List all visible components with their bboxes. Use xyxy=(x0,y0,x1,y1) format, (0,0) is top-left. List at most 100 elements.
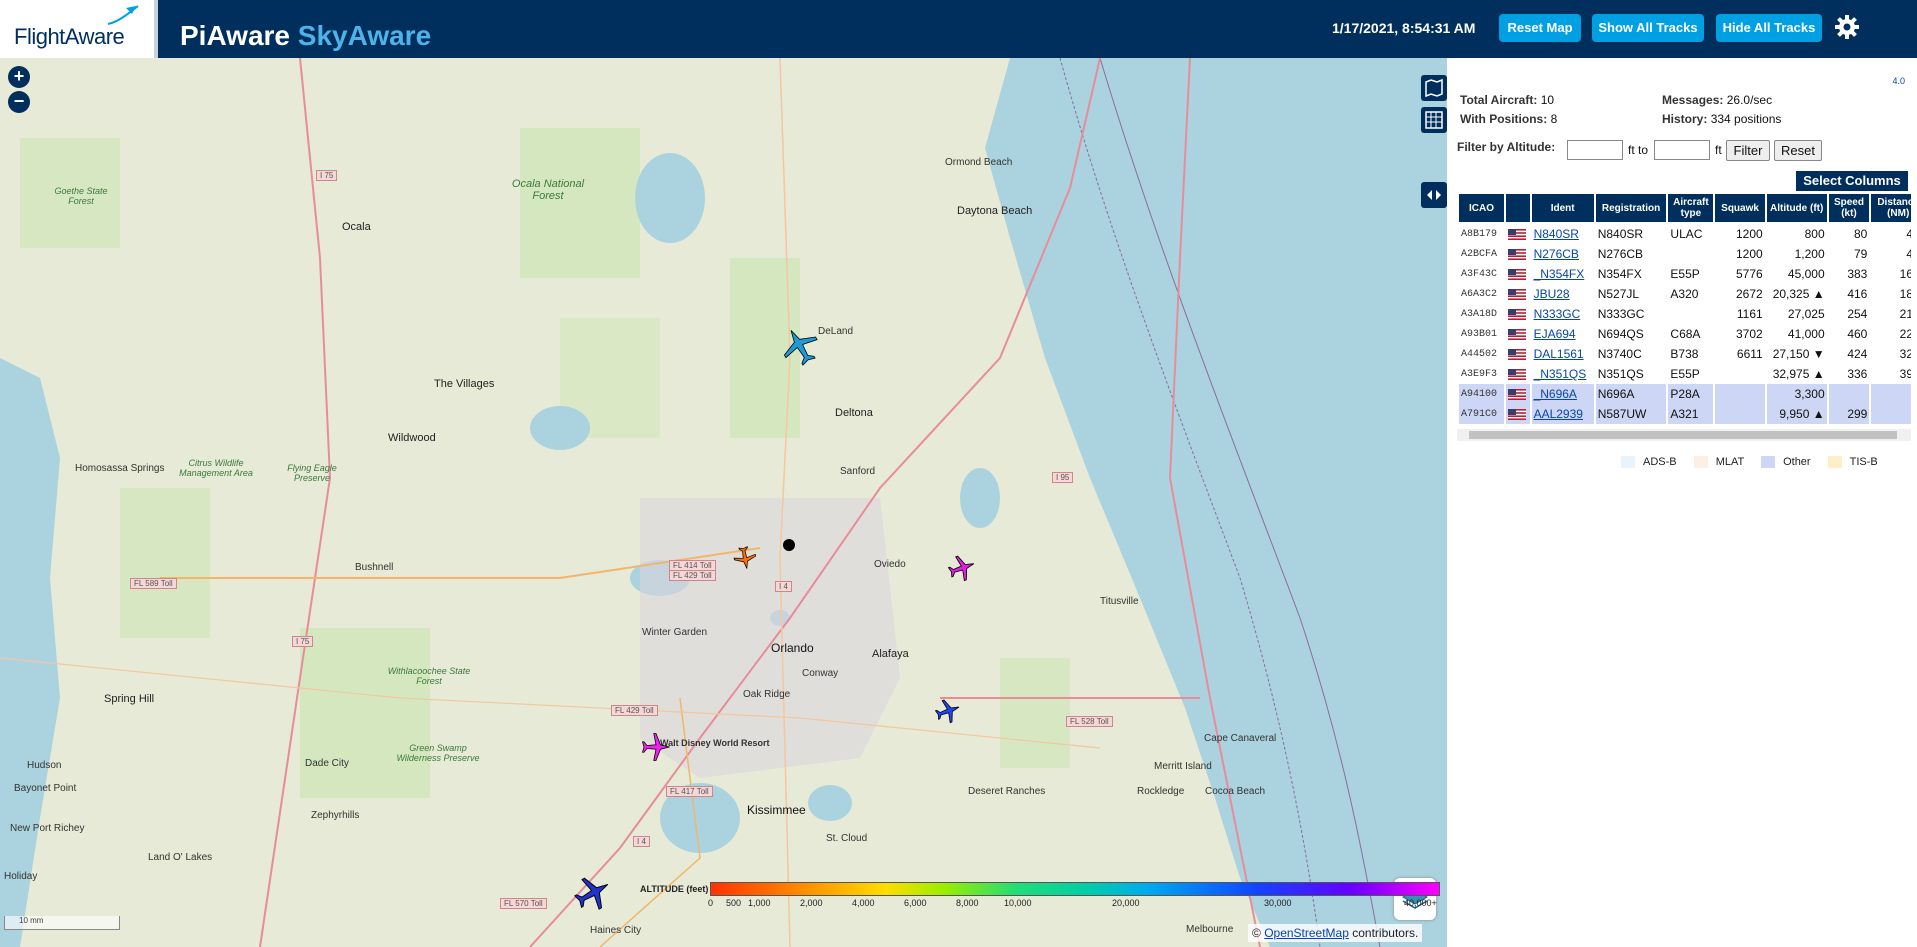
column-header-icao[interactable]: ICAO xyxy=(1459,194,1504,224)
cell-icao: A3A18D xyxy=(1461,308,1498,320)
cell-squawk: 6611 xyxy=(1736,347,1763,361)
scrollbar-thumb[interactable] xyxy=(1469,431,1897,439)
map-label-orlando: Orlando xyxy=(771,641,814,655)
table-row[interactable]: A3F43C _N354FX N354FX E55P 5776 45,000 383 16.1 xyxy=(1459,264,1911,284)
ident-link[interactable]: _N351QS xyxy=(1534,367,1587,381)
table-row[interactable]: A94100 _N696A N696A P28A 3,300 xyxy=(1459,384,1911,404)
filter-label: Filter by Altitude: xyxy=(1457,140,1556,154)
cell-squawk xyxy=(1715,384,1765,404)
aircraft-table: ICAO Ident Registration Aircraft type Sq… xyxy=(1457,194,1911,424)
zoom-out-button[interactable]: − xyxy=(8,91,30,113)
grid-toggle-icon[interactable] xyxy=(1421,107,1447,133)
aircraft-marker-icon[interactable] xyxy=(948,554,976,582)
table-row[interactable]: A791C0 AAL2939 N587UW A321 9,950 ▲ 299 xyxy=(1459,404,1911,424)
cell-registration: N354FX xyxy=(1597,267,1642,281)
table-row[interactable]: A93B01 EJA694 N694QS C68A 3702 41,000 460 22.7 xyxy=(1459,324,1911,344)
map-label-wildwood: Wildwood xyxy=(388,432,436,444)
cell-speed: 424 xyxy=(1847,347,1868,361)
column-header-altitude[interactable]: Altitude (ft) xyxy=(1766,194,1827,224)
cell-distance: 39.7 xyxy=(1899,367,1911,381)
table-row[interactable]: A44502 DAL1561 N3740C B738 6611 27,150 ▼ 424 32… xyxy=(1459,344,1911,364)
cell-squawk: 1200 xyxy=(1736,247,1763,261)
table-row[interactable]: A6A3C2 JBU28 N527JL A320 2672 20,325 ▲ 416 18.5 xyxy=(1459,284,1911,304)
map-label-bayonet-point: Bayonet Point xyxy=(14,783,77,794)
max-altitude-input[interactable] xyxy=(1654,140,1710,160)
cell-altitude: 9,950 ▲ xyxy=(1766,404,1827,424)
table-row[interactable]: A3A18D N333GC N333GC 1161 27,025 254 21.4 xyxy=(1459,304,1911,324)
cell-aircraft-type: C68A xyxy=(1670,327,1701,341)
ident-link[interactable]: DAL1561 xyxy=(1534,347,1584,361)
column-header-ident[interactable]: Ident xyxy=(1531,194,1594,224)
hide-all-tracks-button[interactable]: Hide All Tracks xyxy=(1716,14,1822,42)
altitude-tick: 20,000 xyxy=(1112,898,1140,908)
us-flag-icon xyxy=(1508,289,1526,301)
app-title-skyaware: SkyAware xyxy=(297,20,432,51)
aircraft-table-container[interactable]: ICAO Ident Registration Aircraft type Sq… xyxy=(1457,194,1911,427)
ident-link[interactable]: AAL2939 xyxy=(1534,407,1583,421)
aircraft-marker-icon[interactable] xyxy=(641,732,671,762)
legend-label-adsb: ADS-B xyxy=(1643,456,1677,468)
aircraft-marker-icon[interactable] xyxy=(780,326,820,366)
horizontal-scrollbar[interactable] xyxy=(1457,429,1911,441)
cell-flag xyxy=(1506,404,1530,424)
map-background xyxy=(0,58,1447,947)
column-header-speed[interactable]: Speed (kt) xyxy=(1828,194,1870,224)
reset-button[interactable]: Reset xyxy=(1774,140,1822,161)
map-label-oviedo: Oviedo xyxy=(874,559,906,570)
table-row[interactable]: A8B179 N840SR N840SR ULAC 1200 800 80 4.2 xyxy=(1459,224,1911,244)
table-row[interactable]: A2BCFA N276CB N276CB 1200 1,200 79 4.2 xyxy=(1459,244,1911,264)
sidebar-collapse-icon[interactable] xyxy=(1421,182,1447,208)
aircraft-marker-icon[interactable] xyxy=(935,698,961,724)
column-header-aircraft-type[interactable]: Aircraft type xyxy=(1668,194,1714,224)
table-header-row: ICAO Ident Registration Aircraft type Sq… xyxy=(1459,194,1911,224)
map-label-titusville: Titusville xyxy=(1100,596,1139,607)
ident-link[interactable]: JBU28 xyxy=(1534,287,1570,301)
cell-speed: 254 xyxy=(1847,307,1868,321)
cell-flag xyxy=(1506,344,1530,364)
show-all-tracks-button[interactable]: Show All Tracks xyxy=(1592,14,1704,42)
openstreetmap-link[interactable]: OpenStreetMap xyxy=(1264,926,1349,940)
cell-flag xyxy=(1506,384,1530,404)
cell-aircraft-type xyxy=(1668,244,1713,264)
cell-icao: A3F43C xyxy=(1461,268,1498,280)
ident-link[interactable]: EJA694 xyxy=(1534,327,1576,341)
ident-link[interactable]: _N354FX xyxy=(1534,267,1585,281)
version-link[interactable]: 4.0 xyxy=(1892,76,1905,86)
map-view[interactable]: + − Ocala The Villages Wildwood Deltona … xyxy=(0,58,1447,947)
column-header-squawk[interactable]: Squawk xyxy=(1715,194,1765,224)
column-header-distance[interactable]: Distance (NM) xyxy=(1871,194,1911,224)
cell-flag xyxy=(1506,324,1530,344)
map-label-bushnell: Bushnell xyxy=(355,562,394,573)
flightaware-logo[interactable]: FlightAware xyxy=(0,0,158,58)
map-layers-toggle-icon[interactable] xyxy=(1421,75,1447,101)
ident-link[interactable]: N333GC xyxy=(1534,307,1581,321)
aircraft-marker-icon[interactable] xyxy=(733,546,757,570)
altitude-tick: 1,000 xyxy=(748,898,771,908)
cell-altitude: 27,150 ▼ xyxy=(1772,347,1825,361)
zoom-in-button[interactable]: + xyxy=(8,66,30,88)
legend-label-mlat: MLAT xyxy=(1715,456,1745,468)
cell-squawk xyxy=(1715,364,1764,384)
min-altitude-input[interactable] xyxy=(1567,140,1623,160)
column-header-registration[interactable]: Registration xyxy=(1595,194,1667,224)
reset-map-button[interactable]: Reset Map xyxy=(1499,14,1581,42)
select-columns-button[interactable]: Select Columns xyxy=(1796,171,1908,191)
column-header-flag[interactable] xyxy=(1506,194,1530,224)
map-label-the-villages: The Villages xyxy=(434,378,495,390)
map-label-conway: Conway xyxy=(802,668,839,679)
cell-icao: A3E9F3 xyxy=(1461,368,1498,380)
table-row[interactable]: A3E9F3 _N351QS N351QS E55P 32,975 ▲ 336 39.7 xyxy=(1459,364,1911,384)
filter-button[interactable]: Filter xyxy=(1726,140,1770,161)
map-label-cape-canaveral: Cape Canaveral xyxy=(1204,733,1277,744)
map-label-green-swamp: Green Swamp Wilderness Preserve xyxy=(396,743,480,763)
altitude-tick: 40,000+ xyxy=(1404,898,1437,908)
gear-icon[interactable] xyxy=(1834,14,1860,40)
aircraft-marker-icon[interactable] xyxy=(574,874,612,912)
cell-altitude: 3,300 xyxy=(1766,384,1827,404)
cell-distance: 21.4 xyxy=(1899,307,1911,321)
map-label-cocoa-beach: Cocoa Beach xyxy=(1205,786,1266,797)
map-label-deland: DeLand xyxy=(818,326,854,337)
ident-link[interactable]: N840SR xyxy=(1534,227,1579,241)
ident-link[interactable]: _N696A xyxy=(1534,387,1577,401)
ident-link[interactable]: N276CB xyxy=(1534,247,1579,261)
